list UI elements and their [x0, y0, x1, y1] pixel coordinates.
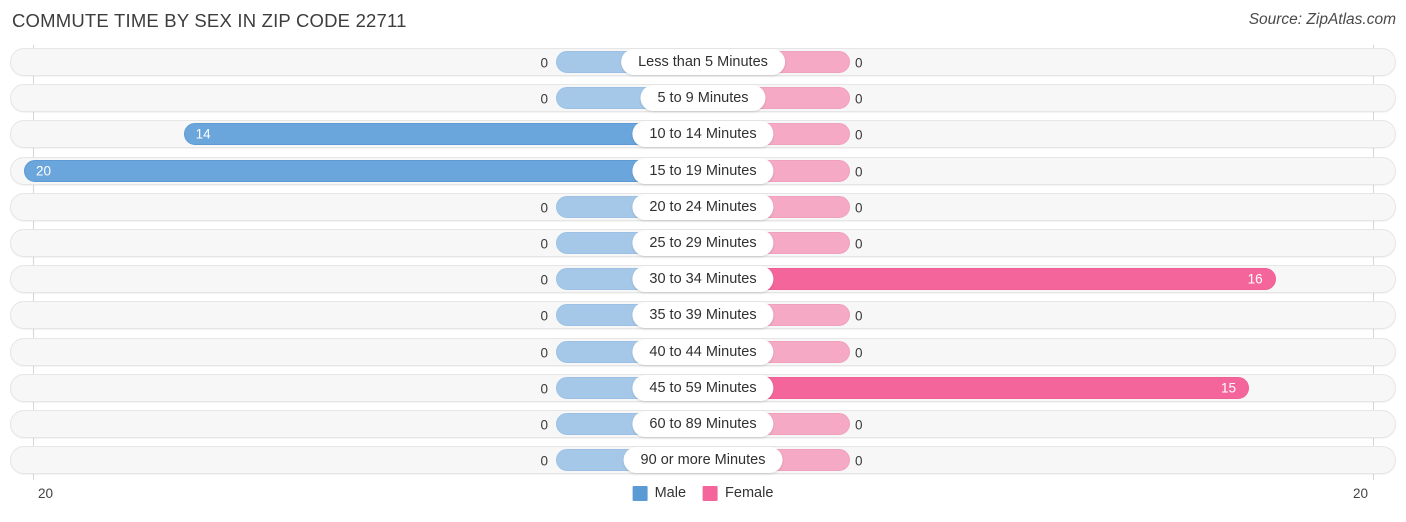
legend-swatch-female: [703, 485, 719, 501]
bar-female[interactable]: 16: [703, 268, 1276, 291]
category-label: Less than 5 Minutes: [621, 49, 785, 75]
bar-value-male: 0: [540, 272, 548, 288]
bar-value-male: 0: [540, 200, 548, 216]
bar-value-female: 0: [855, 236, 863, 252]
bar-value-male: 0: [540, 91, 548, 107]
page-title: COMMUTE TIME BY SEX IN ZIP CODE 22711: [12, 10, 407, 31]
bar-value-female: 0: [855, 127, 863, 143]
bar-value-male: 14: [195, 126, 211, 142]
bar-value-female: 0: [855, 200, 863, 216]
chart-footer: 20 Male Female 20: [0, 480, 1406, 522]
category-label: 25 to 29 Minutes: [632, 230, 774, 256]
bar-value-female: 15: [1220, 380, 1236, 396]
bar-female[interactable]: 15: [703, 376, 1249, 399]
bar-value-male: 0: [540, 345, 548, 361]
chart-row: 0 15 45 to 59 Minutes: [0, 371, 1406, 407]
bar-value-female: 0: [855, 91, 863, 107]
bar-male[interactable]: 14: [183, 123, 703, 146]
category-label: 60 to 89 Minutes: [632, 411, 774, 437]
category-label: 40 to 44 Minutes: [632, 338, 774, 365]
chart-row: 0 0 35 to 39 Minutes: [0, 298, 1406, 334]
category-label: 35 to 39 Minutes: [632, 302, 774, 329]
bar-value-female: 0: [855, 345, 863, 361]
legend-item-female[interactable]: Female: [703, 485, 773, 501]
bar-value-male: 20: [36, 163, 52, 179]
category-label: 15 to 19 Minutes: [632, 157, 774, 184]
bar-value-female: 0: [855, 164, 863, 180]
axis-tick-left: 20: [38, 486, 54, 501]
bar-value-male: 0: [540, 417, 548, 433]
bar-value-male: 0: [540, 55, 548, 71]
chart-row: 0 0 60 to 89 Minutes: [0, 407, 1406, 443]
chart-legend: Male Female: [632, 485, 773, 501]
legend-item-male[interactable]: Male: [632, 485, 687, 501]
chart-row: 0 0 90 or more Minutes: [0, 443, 1406, 479]
chart-row: 0 0 25 to 29 Minutes: [0, 226, 1406, 262]
bar-value-female: 0: [855, 55, 863, 71]
category-label: 30 to 34 Minutes: [632, 266, 774, 293]
legend-label-female: Female: [725, 485, 774, 501]
bar-value-female: 0: [855, 308, 863, 324]
bar-male[interactable]: 20: [24, 159, 703, 182]
legend-label-male: Male: [654, 485, 687, 501]
category-label: 45 to 59 Minutes: [632, 374, 774, 401]
chart-row: 0 0 40 to 44 Minutes: [0, 335, 1406, 371]
chart-row: 0 0 5 to 9 Minutes: [0, 81, 1406, 117]
bar-value-male: 0: [540, 453, 548, 469]
chart-row: 20 0 15 to 19 Minutes: [0, 154, 1406, 190]
chart-row: 0 0 Less than 5 Minutes: [0, 45, 1406, 81]
bar-value-male: 0: [540, 236, 548, 252]
bar-value-male: 0: [540, 308, 548, 324]
source-attribution: Source: ZipAtlas.com: [1248, 11, 1396, 28]
category-label: 90 or more Minutes: [623, 447, 783, 474]
bar-value-male: 0: [540, 381, 548, 397]
axis-tick-right: 20: [1352, 486, 1368, 501]
category-label: 10 to 14 Minutes: [632, 121, 774, 148]
bar-value-female: 0: [855, 417, 863, 433]
category-label: 5 to 9 Minutes: [640, 85, 766, 112]
chart-header: COMMUTE TIME BY SEX IN ZIP CODE 22711 So…: [0, 0, 1406, 44]
chart-row: 0 0 20 to 24 Minutes: [0, 190, 1406, 226]
chart-row: 14 0 10 to 14 Minutes: [0, 117, 1406, 153]
bar-value-female: 0: [855, 453, 863, 469]
chart-plot-area: 0 0 Less than 5 Minutes 0 0 5 to 9 Minutes 14 0…: [0, 45, 1406, 480]
chart-row: 0 16 30 to 34 Minutes: [0, 262, 1406, 298]
bar-value-female: 16: [1247, 271, 1263, 287]
legend-swatch-male: [632, 485, 648, 501]
category-label: 20 to 24 Minutes: [632, 193, 774, 220]
